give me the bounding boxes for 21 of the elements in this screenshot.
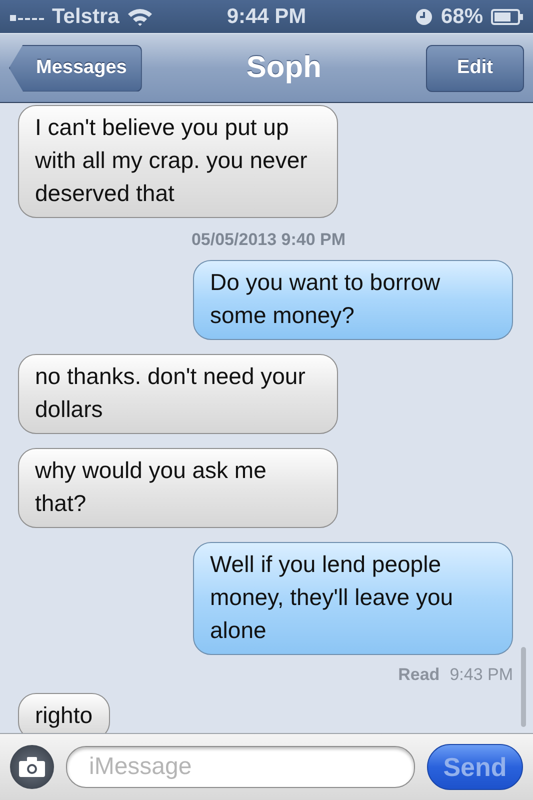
wifi-icon: [127, 6, 154, 26]
camera-button[interactable]: [10, 745, 54, 789]
contact-name: Soph: [245, 51, 322, 85]
alarm-clock-icon: [414, 8, 433, 26]
sent-message-bubble: Do you want to borrow some money?: [193, 260, 513, 340]
message-input-field[interactable]: iMessage: [66, 746, 415, 788]
back-button[interactable]: Messages: [9, 44, 142, 92]
received-message-bubble: righto: [18, 693, 110, 733]
camera-icon: [19, 757, 45, 777]
clock-time: 9:44 PM: [226, 4, 306, 28]
battery-icon: [491, 8, 523, 24]
carrier-name: Telstra: [52, 4, 120, 28]
received-message-bubble: why would you ask me that?: [18, 448, 338, 528]
received-message-bubble: I can't believe you put up with all my crap. you never deserved that: [18, 105, 338, 218]
sent-message-bubble: Well if you lend people money, they'll leave you alone: [193, 542, 513, 655]
read-time: 9:43 PM: [450, 665, 513, 685]
read-receipt-label: Read: [398, 665, 440, 685]
battery-percentage: 68%: [440, 4, 483, 28]
received-message-bubble: no thanks. don't need your dollars: [18, 354, 338, 434]
edit-button[interactable]: Edit: [426, 44, 524, 92]
message-timestamp: 05/05/2013 9:40 PM: [191, 230, 346, 250]
